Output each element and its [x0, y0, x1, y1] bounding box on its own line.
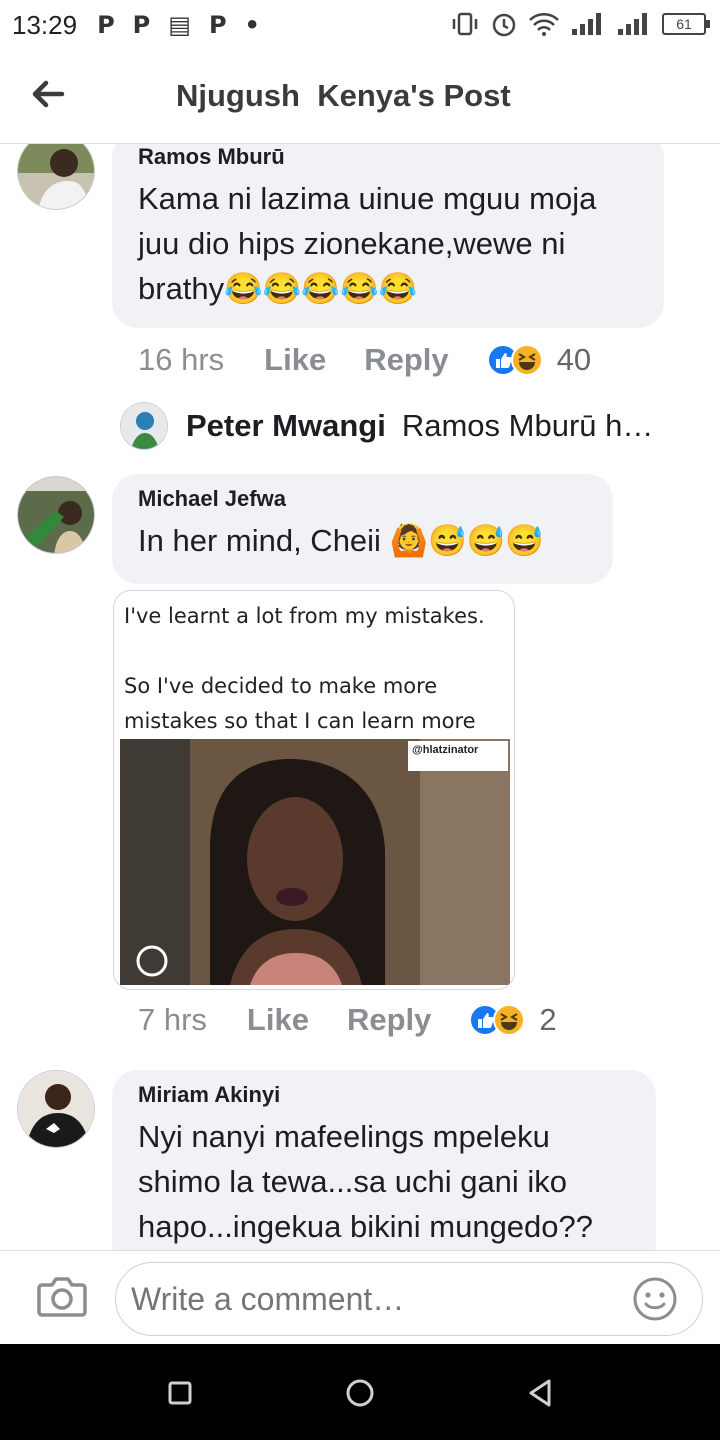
camera-icon[interactable] [36, 1273, 88, 1321]
system-indicators: 61 [450, 10, 710, 38]
haha-reaction-icon [510, 344, 543, 376]
comment-line: shimo la tewa...sa uchi gani iko [138, 1164, 568, 1199]
comment-input[interactable] [115, 1262, 703, 1336]
reply-button[interactable]: Reply [347, 1002, 431, 1038]
comment-bubble[interactable]: Miriam Akinyi Nyi nanyi mafeelings mpele… [112, 1070, 656, 1250]
image-photo: @hlatzinator [120, 739, 510, 985]
signal-icon [618, 13, 647, 35]
status-time: 13:29 [12, 9, 78, 40]
comments-feed[interactable]: Ramos Mburū Kama ni lazima uinue mguu mo… [0, 144, 720, 1250]
comment-line: juu dio hips zionekane,wewe ni [138, 226, 566, 261]
reaction-count[interactable]: 40 [557, 342, 591, 378]
signal-icon [572, 13, 601, 35]
notification-icon: P [97, 11, 115, 39]
comment-actions: 7 hrs Like Reply 2 [138, 1002, 557, 1038]
nav-home-icon[interactable] [343, 1376, 377, 1410]
notification-icons: P P ▤ P • [97, 11, 260, 39]
avatar[interactable] [17, 1070, 95, 1148]
status-bar: 13:29 P P ▤ P • 61 [0, 0, 720, 50]
back-arrow-icon[interactable] [28, 74, 68, 114]
reply-snippet: Ramos Mburū h… [401, 408, 654, 443]
nav-recents-icon[interactable] [163, 1376, 197, 1410]
notification-icon: P [132, 11, 151, 39]
comment-composer [0, 1250, 720, 1344]
post-header: Njugush Kenya's Post [0, 50, 720, 144]
reaction-count[interactable]: 2 [539, 1002, 556, 1038]
like-button[interactable]: Like [264, 342, 326, 378]
reply-button[interactable]: Reply [364, 342, 448, 378]
image-caption: I've learnt a lot from my mistakes. So I… [124, 604, 485, 733]
comment-line: Nyi nanyi mafeelings mpeleku [138, 1119, 550, 1154]
reply-author[interactable]: Peter Mwangi [186, 408, 386, 444]
page-title: Njugush Kenya's Post [176, 78, 511, 113]
battery-indicator: 61 [662, 13, 710, 35]
haha-reaction-icon [493, 1004, 526, 1036]
notification-icon: P [208, 11, 227, 39]
notification-icon: ▤ [168, 11, 191, 39]
nav-back-icon[interactable] [523, 1376, 557, 1410]
comment-text: Nyi nanyi mafeelings mpeleku shimo la te… [138, 1114, 632, 1249]
comment-text: Kama ni lazima uinue mguu moja juu dio h… [138, 176, 640, 311]
like-button[interactable]: Like [247, 1002, 309, 1038]
wifi-icon [529, 13, 559, 36]
comment-bubble[interactable]: Michael Jefwa In her mind, Cheii 🙆😅😅😅 [112, 474, 613, 584]
system-navigation-bar [0, 1344, 720, 1440]
reply-preview[interactable]: Peter Mwangi Ramos Mburū h… [120, 402, 653, 450]
comment-actions: 16 hrs Like Reply 40 [138, 342, 591, 378]
emoji-icon[interactable] [632, 1276, 678, 1322]
comment-time[interactable]: 7 hrs [138, 1002, 207, 1038]
image-watermark: @hlatzinator [408, 741, 508, 771]
comment-bubble[interactable]: Ramos Mburū Kama ni lazima uinue mguu mo… [112, 144, 664, 328]
comment-image[interactable]: I've learnt a lot from my mistakes. So I… [113, 590, 515, 990]
avatar[interactable] [17, 144, 95, 210]
reactions-summary[interactable] [469, 1004, 526, 1036]
comment-author[interactable]: Michael Jefwa [138, 486, 589, 512]
comment-author[interactable]: Ramos Mburū [138, 144, 640, 170]
avatar[interactable] [17, 476, 95, 554]
comment-author[interactable]: Miriam Akinyi [138, 1082, 632, 1108]
comment-line: In her mind, Cheii 🙆😅😅😅 [138, 523, 544, 558]
comment-line: hapo...ingekua bikini mungedo?? [138, 1209, 594, 1244]
comment-line: brathy😂😂😂😂😂 [138, 271, 418, 306]
avatar[interactable] [120, 402, 168, 450]
comment-text: In her mind, Cheii 🙆😅😅😅 [138, 518, 589, 563]
comment-time[interactable]: 16 hrs [138, 342, 224, 378]
notification-icon: • [244, 11, 260, 39]
vibrate-icon [452, 12, 478, 36]
reactions-summary[interactable] [486, 344, 543, 376]
alarm-icon [492, 13, 516, 37]
comment-line: Kama ni lazima uinue mguu moja [138, 181, 597, 216]
